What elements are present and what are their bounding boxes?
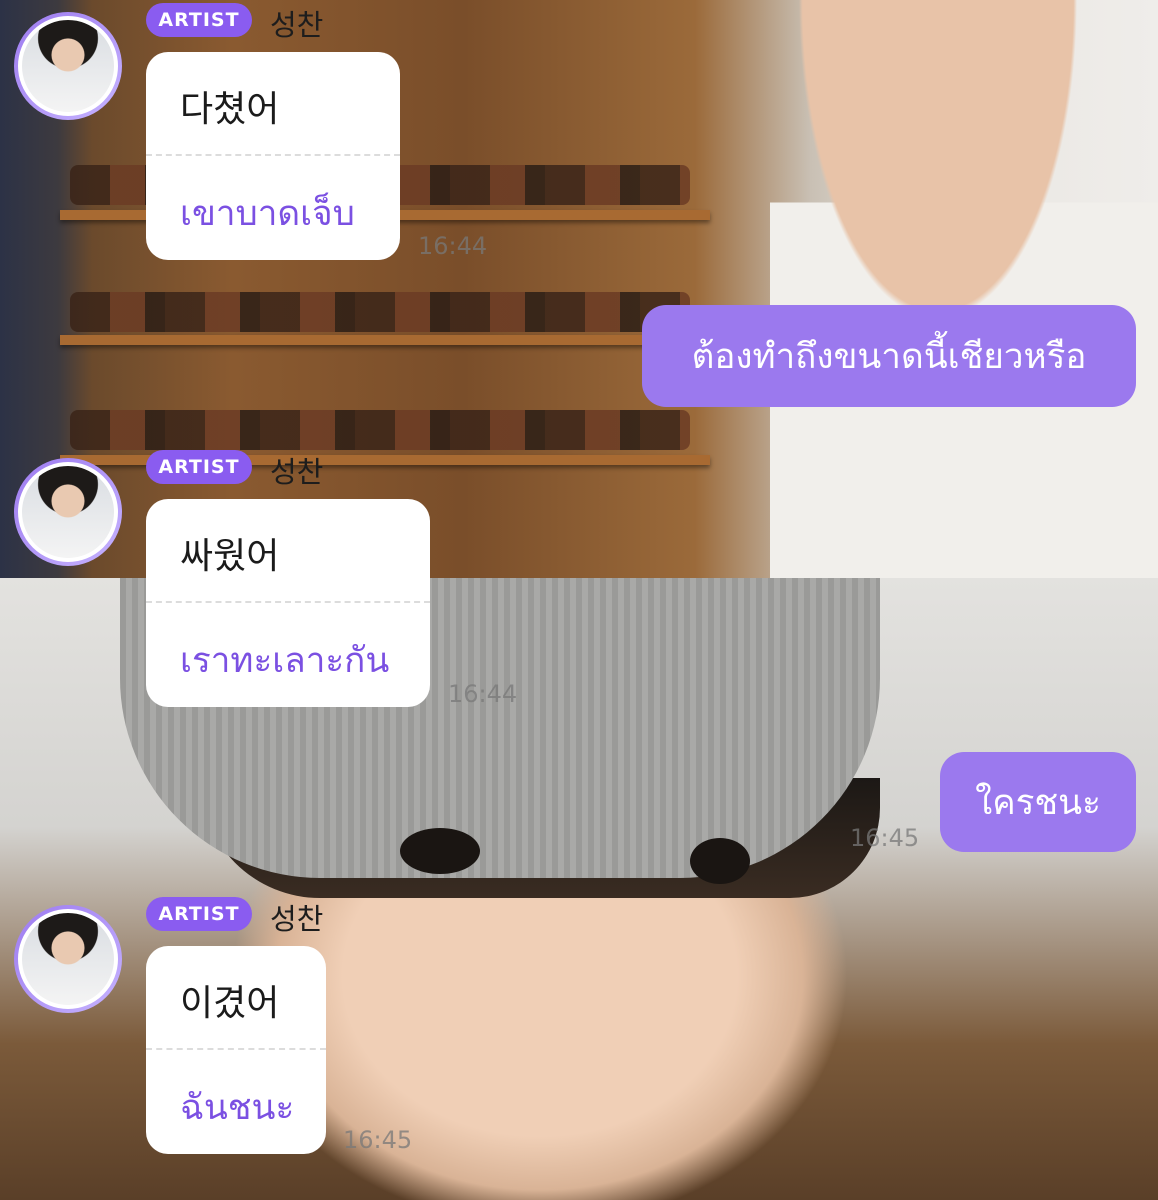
message-translation-text: ฉันชนะ xyxy=(180,1088,295,1128)
message-original-text: 다쳤어 xyxy=(180,89,280,130)
artist-message-bubble[interactable]: 이겼어 ฉันชนะ xyxy=(146,946,326,1154)
eye xyxy=(690,838,750,884)
artist-message-bubble[interactable]: 다쳤어 เขาบาดเจ็บ xyxy=(146,52,400,260)
artist-badge: ARTIST xyxy=(146,897,252,931)
message-original-text: 이겼어 xyxy=(180,983,280,1024)
shoe-row xyxy=(70,410,690,450)
message-translation-text: เราทะเลาะกัน xyxy=(180,641,390,681)
sender-name: 성찬 xyxy=(270,455,324,489)
sender-name: 성찬 xyxy=(270,8,324,42)
message-timestamp: 16:45 xyxy=(343,1126,413,1154)
artist-avatar[interactable] xyxy=(14,905,122,1013)
shoe-row xyxy=(70,292,690,332)
message-timestamp: 16:44 xyxy=(418,232,488,260)
artist-avatar[interactable] xyxy=(14,458,122,566)
message-translation-text: เขาบาดเจ็บ xyxy=(180,194,355,234)
user-message-bubble[interactable]: ใครชนะ xyxy=(940,752,1136,852)
sender-name: 성찬 xyxy=(270,902,324,936)
avatar-image xyxy=(18,16,118,116)
artist-avatar[interactable] xyxy=(14,12,122,120)
artist-message-bubble[interactable]: 싸웠어 เราทะเลาะกัน xyxy=(146,499,430,707)
user-message-bubble[interactable]: ต้องทำถึงขนาดนี้เชียวหรือ xyxy=(642,305,1136,407)
artist-badge: ARTIST xyxy=(146,450,252,484)
artist-badge: ARTIST xyxy=(146,3,252,37)
shelf xyxy=(60,335,710,345)
translation-divider xyxy=(146,1048,326,1050)
translation-divider xyxy=(146,601,430,603)
eye xyxy=(400,828,480,874)
message-original-text: 싸웠어 xyxy=(180,536,280,577)
avatar-image xyxy=(18,909,118,1009)
person-photo xyxy=(770,0,1158,578)
message-timestamp: 16:45 xyxy=(850,824,920,852)
translation-divider xyxy=(146,154,400,156)
message-timestamp: 16:44 xyxy=(448,680,518,708)
avatar-image xyxy=(18,462,118,562)
